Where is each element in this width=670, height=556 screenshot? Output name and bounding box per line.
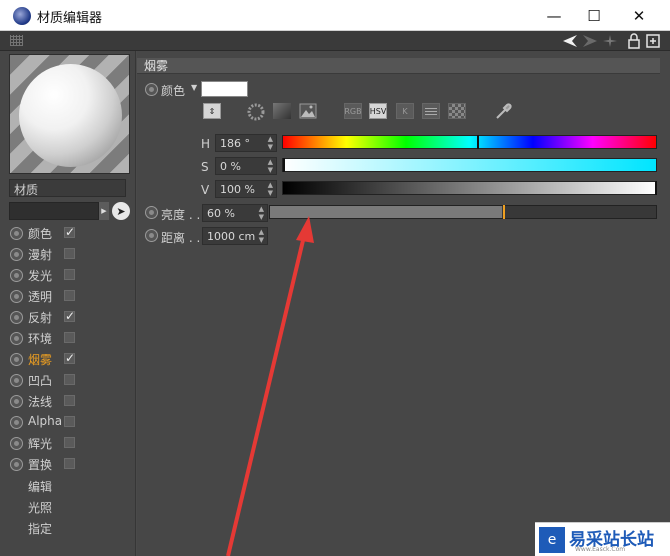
annotation-arrow <box>226 216 314 556</box>
watermark: e 易采站长站 Www.Easck.Com <box>535 522 670 556</box>
material-editor-window: 材质编辑器 — ☐ ✕ 材质 ▶ ➤ 颜色 ✓ 漫射 发光 透明 反射 ✓ 环境 烟雾 ✓ 凹凸 法线… <box>0 0 670 556</box>
watermark-sub: Www.Easck.Com <box>575 546 626 553</box>
watermark-logo-icon: e <box>539 527 565 553</box>
